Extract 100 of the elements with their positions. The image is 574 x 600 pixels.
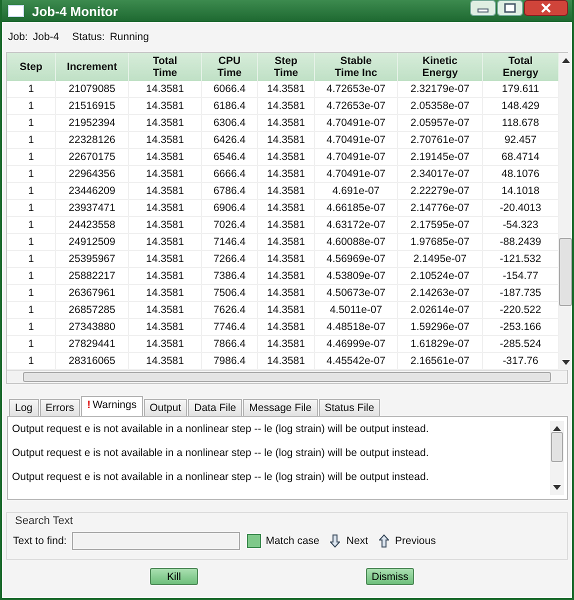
table-cell: 14.3581 [128,216,202,234]
table-cell: 7026.4 [202,216,258,234]
table-cell: 2.02614e-07 [398,302,482,318]
down-arrow-icon [330,534,340,548]
table-cell: 22670175 [56,148,128,166]
table-cell: 148.429 [482,98,558,114]
table-cell: 1 [7,114,56,132]
table-cell: 4.63172e-07 [314,216,398,234]
table-cell: 14.3581 [258,148,314,166]
tab[interactable]: Log [9,399,39,416]
column-header[interactable]: Step Time [258,53,314,81]
table-cell: 1.97685e-07 [398,234,482,250]
table-cell: 27829441 [56,336,128,352]
table-cell: 6306.4 [202,114,258,132]
table-cell: 14.1018 [482,182,558,200]
table-cell: 14.3581 [258,216,314,234]
table-cell: 1 [7,302,56,318]
tab[interactable]: Errors [40,399,80,416]
table-cell: 4.691e-07 [314,182,398,200]
table-cell: 4.70491e-07 [314,166,398,182]
table-cell: 1 [7,284,56,302]
table-cell: 1 [7,98,56,114]
table-cell: -253.166 [482,318,558,336]
table-cell: 4.70491e-07 [314,114,398,132]
table-cell: 14.3581 [258,98,314,114]
table-cell: 21079085 [56,81,128,98]
vertical-scrollbar[interactable] [559,53,572,370]
table-cell: 14.3581 [258,318,314,336]
table-cell: 14.3581 [258,200,314,216]
column-header[interactable]: Step [7,53,56,81]
table-cell: -121.532 [482,250,558,268]
search-field[interactable] [72,532,240,550]
match-case-checkbox[interactable] [246,534,261,548]
table-cell: 14.3581 [128,234,202,250]
horizontal-scrollbar[interactable] [7,370,567,383]
table-cell: 6786.4 [202,182,258,200]
table-cell: -285.524 [482,336,558,352]
scroll-thumb[interactable] [551,432,563,462]
table-cell: 4.5011e-07 [314,302,398,318]
column-header[interactable]: Stable Time Inc [314,53,398,81]
table-cell: 21952394 [56,114,128,132]
column-header[interactable]: Increment [56,53,128,81]
kill-button[interactable]: Kill [150,568,198,585]
table-cell: 4.56969e-07 [314,250,398,268]
table-cell: 1 [7,318,56,336]
table-cell: 23937471 [56,200,128,216]
table-cell: 14.3581 [128,114,202,132]
tab[interactable]: Status File [318,399,380,416]
table-cell: 14.3581 [128,250,202,268]
status-value: Running [110,31,149,43]
table-cell: 118.678 [482,114,558,132]
table-cell: 14.3581 [258,302,314,318]
minimize-icon[interactable] [470,0,496,16]
table-cell: 6546.4 [202,148,258,166]
table-cell: 14.3581 [258,284,314,302]
table-cell: 14.3581 [258,250,314,268]
scroll-up-icon[interactable] [562,57,570,63]
table-cell: 14.3581 [258,336,314,352]
scroll-down-icon[interactable] [562,360,570,366]
scroll-down-icon[interactable] [553,485,561,491]
match-case-label: Match case [266,535,320,547]
maximize-icon[interactable] [497,0,523,16]
table-cell: 48.1076 [482,166,558,182]
column-header[interactable]: Total Time [128,53,202,81]
status-label: Status: [72,31,105,43]
dismiss-button[interactable]: Dismiss [366,568,414,585]
table-cell: 1 [7,81,56,98]
table-cell: 6066.4 [202,81,258,98]
table-cell: 4.48518e-07 [314,318,398,336]
table-cell: -220.522 [482,302,558,318]
previous-button[interactable]: Previous [379,534,436,548]
table-cell: 4.70491e-07 [314,148,398,166]
table-cell: -20.4013 [482,200,558,216]
scroll-thumb[interactable] [23,372,551,382]
table-cell: 14.3581 [258,114,314,132]
vertical-scrollbar[interactable] [550,421,564,495]
table-cell: 1.59296e-07 [398,318,482,336]
scroll-thumb[interactable] [559,238,572,306]
table-cell: 14.3581 [258,268,314,284]
table-cell: 2.19145e-07 [398,148,482,166]
table-cell: 7386.4 [202,268,258,284]
table-cell: -54.323 [482,216,558,234]
tab[interactable]: Data File [188,399,242,416]
table-cell: 6426.4 [202,132,258,148]
column-header[interactable]: Total Energy [482,53,558,81]
column-header[interactable]: CPU Time [202,53,258,81]
tab[interactable]: ! Warnings [81,396,143,416]
table-cell: 2.34017e-07 [398,166,482,182]
table-cell: 7146.4 [202,234,258,250]
tab[interactable]: Output [144,399,188,416]
table-cell: 2.05358e-07 [398,98,482,114]
table-cell: 92.457 [482,132,558,148]
close-icon[interactable] [524,0,568,16]
table-cell: 14.3581 [258,81,314,98]
table-cell: 6906.4 [202,200,258,216]
column-header[interactable]: Kinetic Energy [398,53,482,81]
table-cell: 2.14263e-07 [398,284,482,302]
tab[interactable]: Message File [243,399,318,416]
table-cell: 4.53809e-07 [314,268,398,284]
next-button[interactable]: Next [330,534,368,548]
